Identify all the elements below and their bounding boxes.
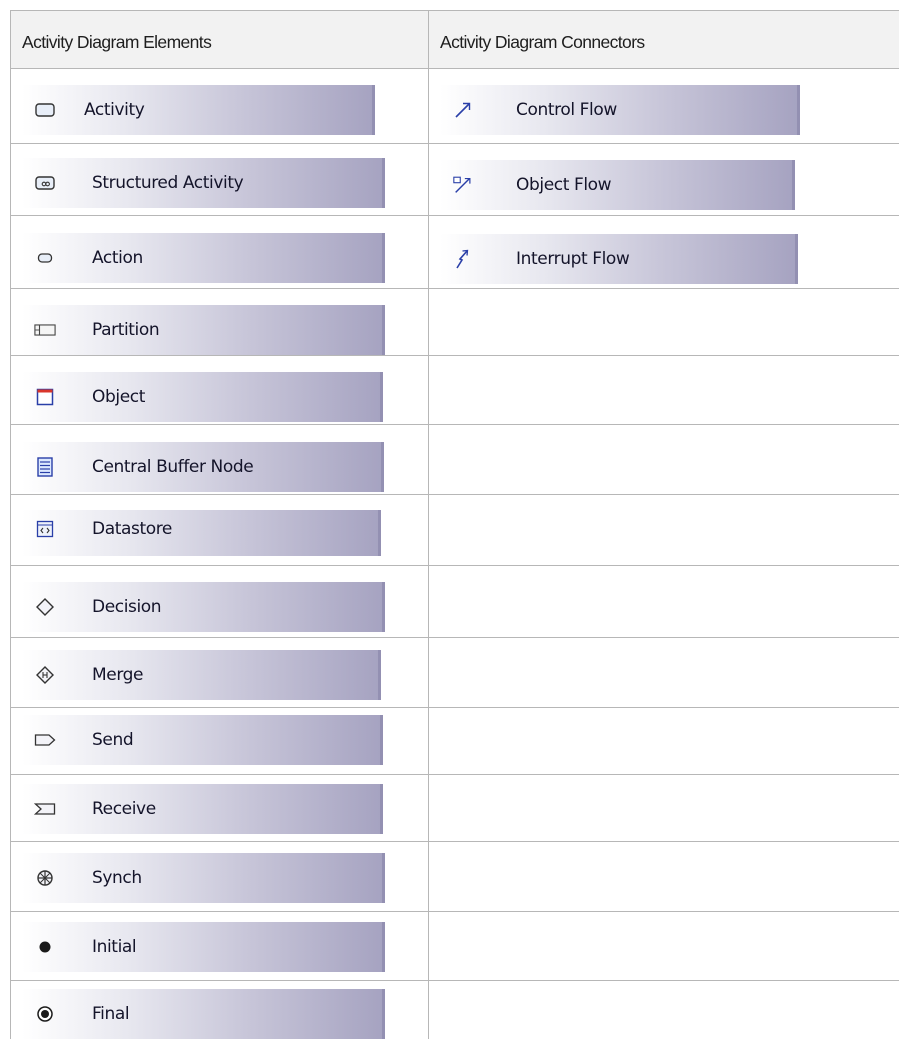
toolbox-item-send[interactable]: Send xyxy=(22,715,383,765)
datastore-icon xyxy=(34,518,56,540)
grid-line xyxy=(10,10,11,1039)
grid-line xyxy=(10,637,899,638)
partition-icon xyxy=(34,319,56,341)
toolbox-item-activity[interactable]: Activity xyxy=(22,85,375,135)
grid-line xyxy=(10,911,899,912)
toolbox-item-datastore[interactable]: Datastore xyxy=(22,510,381,556)
synch-icon xyxy=(34,867,56,889)
toolbox-item-label: Merge xyxy=(92,665,144,685)
send-icon xyxy=(34,729,56,751)
toolbox-item-partition[interactable]: Partition xyxy=(22,305,385,355)
toolbox-item-central-buffer-node[interactable]: Central Buffer Node xyxy=(22,442,384,492)
toolbox-item-action[interactable]: Action xyxy=(22,233,385,283)
object-icon xyxy=(34,386,56,408)
grid-line xyxy=(10,68,899,69)
grid-line xyxy=(10,841,899,842)
initial-icon xyxy=(34,936,56,958)
toolbox-item-structured-activity[interactable]: Structured Activity xyxy=(22,158,385,208)
header-elements: Activity Diagram Elements xyxy=(22,32,212,52)
toolbox-item-object-flow[interactable]: Object Flow xyxy=(440,160,795,210)
toolbox-item-label: Interrupt Flow xyxy=(516,249,630,269)
toolbox-item-label: Object xyxy=(92,387,145,407)
toolbox-item-label: Decision xyxy=(92,597,162,617)
merge-icon xyxy=(34,664,56,686)
toolbox-item-merge[interactable]: Merge xyxy=(22,650,381,700)
grid-line xyxy=(10,355,899,356)
grid-line xyxy=(10,288,899,289)
decision-icon xyxy=(34,596,56,618)
action-icon xyxy=(34,247,56,269)
grid-line xyxy=(10,565,899,566)
toolbox-item-label: Datastore xyxy=(92,519,172,539)
interrupt-flow-icon xyxy=(452,248,474,270)
toolbox-item-receive[interactable]: Receive xyxy=(22,784,383,834)
toolbox-item-label: Initial xyxy=(92,937,137,957)
grid-line xyxy=(10,143,899,144)
toolbox-item-final[interactable]: Final xyxy=(22,989,385,1039)
toolbox-item-object[interactable]: Object xyxy=(22,372,383,422)
toolbox-item-label: Control Flow xyxy=(516,100,617,120)
toolbox-item-control-flow[interactable]: Control Flow xyxy=(440,85,800,135)
grid-line xyxy=(10,494,899,495)
grid-line xyxy=(10,10,899,11)
toolbox-item-label: Central Buffer Node xyxy=(92,457,254,477)
receive-icon xyxy=(34,798,56,820)
toolbox-item-interrupt-flow[interactable]: Interrupt Flow xyxy=(440,234,798,284)
central-buffer-node-icon xyxy=(34,456,56,478)
grid-line xyxy=(10,215,899,216)
toolbox-item-label: Final xyxy=(92,1004,130,1024)
toolbox-item-initial[interactable]: Initial xyxy=(22,922,385,972)
toolbox-item-label: Object Flow xyxy=(516,175,612,195)
toolbox-item-label: Action xyxy=(92,248,143,268)
toolbox-item-label: Send xyxy=(92,730,134,750)
activity-icon xyxy=(34,99,56,121)
toolbox-item-decision[interactable]: Decision xyxy=(22,582,385,632)
control-flow-icon xyxy=(452,99,474,121)
grid-line xyxy=(10,774,899,775)
final-icon xyxy=(34,1003,56,1025)
grid-line xyxy=(428,10,429,1039)
toolbox-item-label: Synch xyxy=(92,868,142,888)
toolbox-item-synch[interactable]: Synch xyxy=(22,853,385,903)
object-flow-icon xyxy=(452,174,474,196)
structured-activity-icon xyxy=(34,172,56,194)
toolbox-item-label: Partition xyxy=(92,320,160,340)
toolbox-item-label: Structured Activity xyxy=(92,173,244,193)
grid-line xyxy=(10,707,899,708)
toolbox-item-label: Activity xyxy=(84,100,145,120)
grid-line xyxy=(10,980,899,981)
header-connectors: Activity Diagram Connectors xyxy=(440,32,645,52)
toolbox-item-label: Receive xyxy=(92,799,156,819)
grid-line xyxy=(10,424,899,425)
